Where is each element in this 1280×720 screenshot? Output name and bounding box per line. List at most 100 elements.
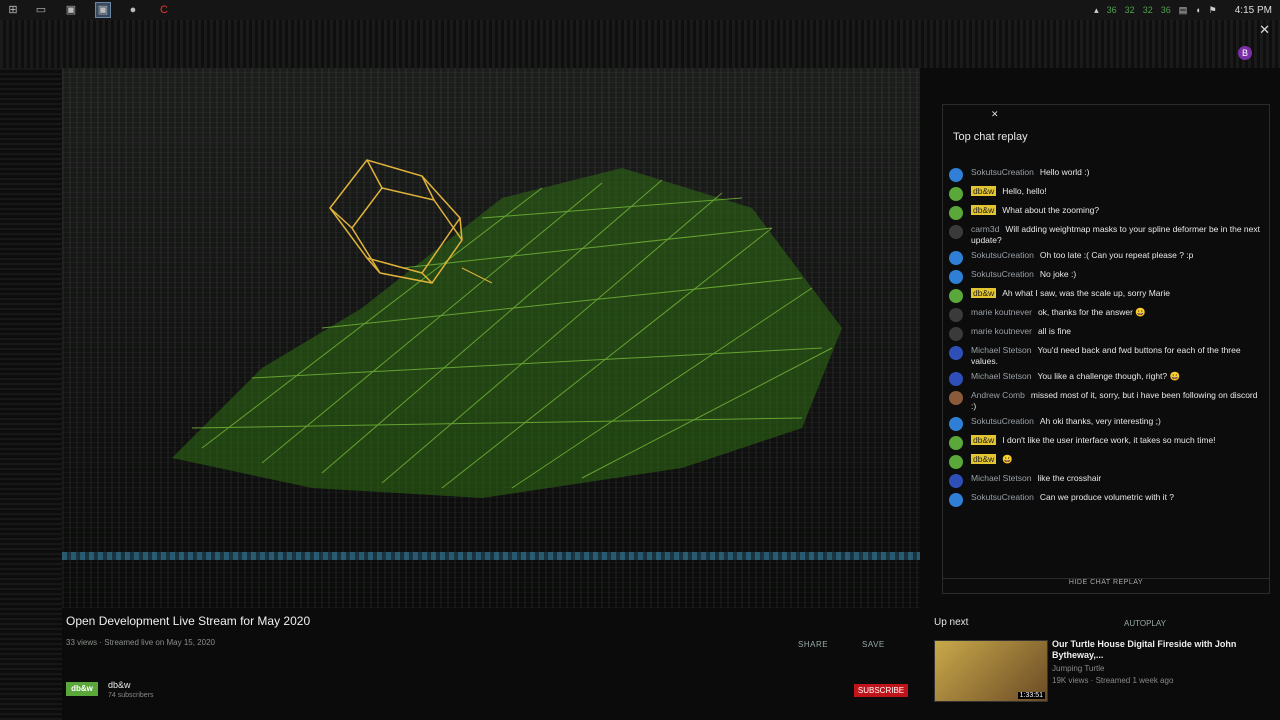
chat-author: db&w (971, 186, 997, 196)
window-icon[interactable]: ▣ (64, 3, 78, 17)
chat-text: like the crosshair (1037, 473, 1102, 483)
chat-message: marie koutnever all is fine (949, 326, 1263, 341)
upnext-title[interactable]: Our Turtle House Digital Fireside with J… (1052, 639, 1272, 661)
chat-author: marie koutnever (971, 307, 1032, 317)
chat-message: SokutsuCreation Oh too late :( Can you re… (949, 250, 1263, 265)
chat-message-body: Michael Stetson like the crosshair (971, 473, 1101, 484)
chat-message: carm3d Will adding weightmap masks to you… (949, 224, 1263, 246)
chat-text: You like a challenge though, right? 😀 (1037, 371, 1181, 381)
avatar (949, 493, 963, 507)
avatar (949, 187, 963, 201)
avatar (949, 474, 963, 488)
avatar (949, 270, 963, 284)
windows-start-icon[interactable]: ⊞ (6, 3, 20, 17)
chat-text: Oh too late :( Can you repeat please ? :… (1039, 250, 1194, 260)
chat-message-body: db&w 😀 (971, 454, 1013, 465)
chat-text: Ah oki thanks, very interesting ;) (1039, 416, 1161, 426)
chat-message: Michael Stetson You'd need back and fwd b… (949, 345, 1263, 367)
viewport-scene (172, 159, 842, 498)
tray-number: 32 (1124, 5, 1135, 15)
avatar (949, 225, 963, 239)
chat-text: What about the zooming? (1002, 205, 1100, 215)
chat-text: Will adding weightmap masks to your spli… (971, 224, 1260, 245)
chat-message: marie koutnever ok, thanks for the answer… (949, 307, 1263, 322)
tray-number: 36 (1106, 5, 1117, 15)
avatar (949, 372, 963, 386)
file-explorer-icon[interactable]: ▭ (34, 3, 48, 17)
avatar (949, 391, 963, 405)
chat-message: db&w Ah what I saw, was the scale up, sor… (949, 288, 1263, 303)
chat-message: db&w I don't like the user interface work… (949, 435, 1263, 450)
chat-replay-panel: ✕ Top chat replay SokutsuCreation Hello w… (942, 104, 1270, 594)
upnext-thumbnail[interactable]: 1:33:51 (934, 640, 1048, 702)
avatar[interactable]: B (1238, 46, 1252, 60)
chat-message-body: SokutsuCreation Oh too late :( Can you re… (971, 250, 1193, 261)
chat-message-body: db&w I don't like the user interface work… (971, 435, 1216, 446)
chat-message: Andrew Comb missed most of it, sorry, but… (949, 390, 1263, 412)
timeline-bar[interactable] (62, 552, 920, 560)
avatar (949, 327, 963, 341)
chat-text: 😀 (1002, 454, 1013, 464)
avatar (949, 206, 963, 220)
taskbar: ⊞ ▭ ▣ ▣ ● C ▴ 36 32 32 36 ▤ ◖ ⚑ 4:15 PM (0, 0, 1280, 21)
chat-message: SokutsuCreation Ah oki thanks, very inter… (949, 416, 1263, 431)
chat-author: db&w (971, 454, 997, 464)
chat-message: db&w What about the zooming? (949, 205, 1263, 220)
active-window-icon[interactable]: ▣ (95, 2, 111, 18)
subscriber-count: 74 subscribers (108, 692, 154, 699)
volume-icon[interactable]: ◖ (1195, 5, 1200, 15)
chat-text: No joke :) (1039, 269, 1077, 279)
chat-text: ok, thanks for the answer 😀 (1037, 307, 1146, 317)
chat-text: Ah what I saw, was the scale up, sorry M… (1002, 288, 1170, 298)
close-icon[interactable]: ✕ (991, 109, 999, 120)
clock[interactable]: 4:15 PM (1235, 5, 1272, 16)
close-icon[interactable]: ✕ (1259, 22, 1270, 38)
chat-author: carm3d (971, 224, 1000, 234)
video-player[interactable] (62, 68, 920, 608)
chat-message-list: SokutsuCreation Hello world :) db&w Hello, … (949, 167, 1263, 511)
chat-message: db&w 😀 (949, 454, 1263, 469)
save-button[interactable]: SAVE (862, 640, 885, 649)
chat-text: Hello world :) (1039, 167, 1090, 177)
chevron-up-icon[interactable]: ▴ (1094, 5, 1099, 16)
chat-message-body: Andrew Comb missed most of it, sorry, but… (971, 390, 1263, 412)
video-title: Open Development Live Stream for May 202… (66, 614, 311, 628)
chat-message-body: Michael Stetson You like a challenge thou… (971, 371, 1180, 382)
avatar (949, 455, 963, 469)
video-meta: 33 views · Streamed live on May 15, 2020 (66, 638, 215, 647)
chat-message-body: carm3d Will adding weightmap masks to you… (971, 224, 1263, 246)
network-icon[interactable]: ▤ (1179, 5, 1188, 16)
hide-chat-button[interactable]: HIDE CHAT REPLAY (943, 578, 1269, 593)
subscribe-button[interactable]: SUBSCRIBE (854, 684, 908, 697)
chat-author: Michael Stetson (971, 473, 1032, 483)
channel-avatar[interactable]: db&w (66, 682, 98, 696)
chat-author: Michael Stetson (971, 371, 1032, 381)
chat-text: Can we produce volumetric with it ? (1039, 492, 1175, 502)
channel-name[interactable]: db&w (108, 680, 131, 690)
avatar (949, 168, 963, 182)
autoplay-toggle[interactable]: AUTOPLAY (1124, 619, 1166, 628)
chat-message-body: db&w Ah what I saw, was the scale up, sor… (971, 288, 1170, 299)
chat-message-body: SokutsuCreation Ah oki thanks, very inter… (971, 416, 1161, 427)
chat-author: db&w (971, 288, 997, 298)
terrain-mesh (172, 168, 842, 498)
video-duration: 1:33:51 (1017, 692, 1045, 699)
share-button[interactable]: SHARE (798, 640, 828, 649)
chat-message: db&w Hello, hello! (949, 186, 1263, 201)
chat-author: SokutsuCreation (971, 167, 1034, 177)
chrome-icon[interactable]: ● (126, 3, 140, 17)
chat-message-body: Michael Stetson You'd need back and fwd b… (971, 345, 1263, 367)
chat-author: Andrew Comb (971, 390, 1025, 400)
chat-author: db&w (971, 205, 997, 215)
chat-text: all is fine (1037, 326, 1072, 336)
sidebar (0, 68, 62, 720)
app-c-icon[interactable]: C (157, 3, 171, 17)
chat-author: db&w (971, 435, 997, 445)
chat-message-body: SokutsuCreation Can we produce volumetric… (971, 492, 1174, 503)
flag-icon[interactable]: ⚑ (1209, 5, 1217, 16)
chat-message-body: SokutsuCreation Hello world :) (971, 167, 1089, 178)
chat-author: SokutsuCreation (971, 416, 1034, 426)
chat-message-body: marie koutnever ok, thanks for the answer… (971, 307, 1146, 318)
chat-author: marie koutnever (971, 326, 1032, 336)
avatar (949, 289, 963, 303)
